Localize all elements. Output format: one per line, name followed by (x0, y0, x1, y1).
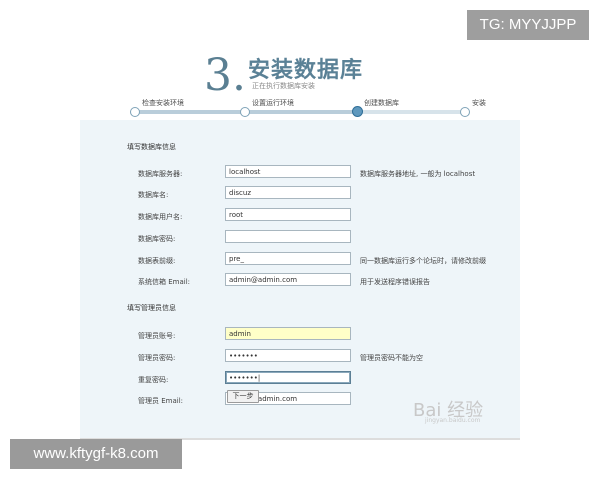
step-label-2: 设置运行环境 (252, 99, 294, 107)
step-label-4: 安装 (472, 99, 486, 107)
step-dot-1 (130, 107, 140, 117)
admin-account-label: 管理员账号: (138, 332, 176, 340)
page-title: 安装数据库 (248, 58, 364, 83)
system-email-hint: 用于发送程序错误报告 (360, 278, 430, 286)
step-label-3: 创建数据库 (364, 99, 399, 107)
table-prefix-input[interactable]: pre_ (225, 252, 351, 265)
system-email-input[interactable]: admin@admin.com (225, 273, 351, 286)
db-server-input[interactable]: localhost (225, 165, 351, 178)
db-name-input[interactable]: discuz (225, 186, 351, 199)
db-server-hint: 数据库服务器地址, 一般为 localhost (360, 170, 476, 178)
form-panel: 填写数据库信息 数据库服务器: localhost 数据库服务器地址, 一般为 … (80, 120, 520, 440)
admin-section-title: 填写管理员信息 (127, 304, 176, 312)
bottom-watermark: www.kftygf-k8.com (10, 439, 182, 469)
repeat-password-label: 重复密码: (138, 376, 169, 384)
table-prefix-hint: 同一数据库运行多个论坛时，请修改前缀 (360, 257, 486, 265)
top-watermark: TG: MYYJJPP (467, 10, 589, 40)
step-dot-4 (460, 107, 470, 117)
table-prefix-label: 数据表前缀: (138, 257, 176, 265)
db-password-input[interactable] (225, 230, 351, 243)
admin-account-input[interactable]: admin (225, 327, 351, 340)
db-password-label: 数据库密码: (138, 235, 176, 243)
system-email-label: 系统信箱 Email: (138, 278, 191, 286)
db-user-label: 数据库用户名: (138, 213, 183, 221)
page-subtitle: 正在执行数据库安装 (252, 82, 315, 90)
admin-password-label: 管理员密码: (138, 354, 176, 362)
db-name-label: 数据库名: (138, 191, 169, 199)
db-user-input[interactable]: root (225, 208, 351, 221)
next-button[interactable]: 下一步 (227, 390, 259, 403)
repeat-password-input[interactable]: •••••••| (225, 371, 351, 384)
step-dot-2 (240, 107, 250, 117)
admin-password-input[interactable]: ••••••• (225, 349, 351, 362)
step-dot-3-active (352, 106, 363, 117)
admin-password-hint: 管理员密码不能为空 (360, 354, 423, 362)
db-section-title: 填写数据库信息 (127, 143, 176, 151)
installer-window: 3. 安装数据库 正在执行数据库安装 检查安装环境 设置运行环境 创建数据库 安… (80, 40, 520, 440)
db-server-label: 数据库服务器: (138, 170, 183, 178)
step-number: 3. (204, 50, 246, 101)
baidu-jingyan-url: jingyan.baidu.com (425, 417, 481, 424)
step-label-1: 检查安装环境 (142, 99, 184, 107)
admin-email-label: 管理员 Email: (138, 397, 184, 405)
